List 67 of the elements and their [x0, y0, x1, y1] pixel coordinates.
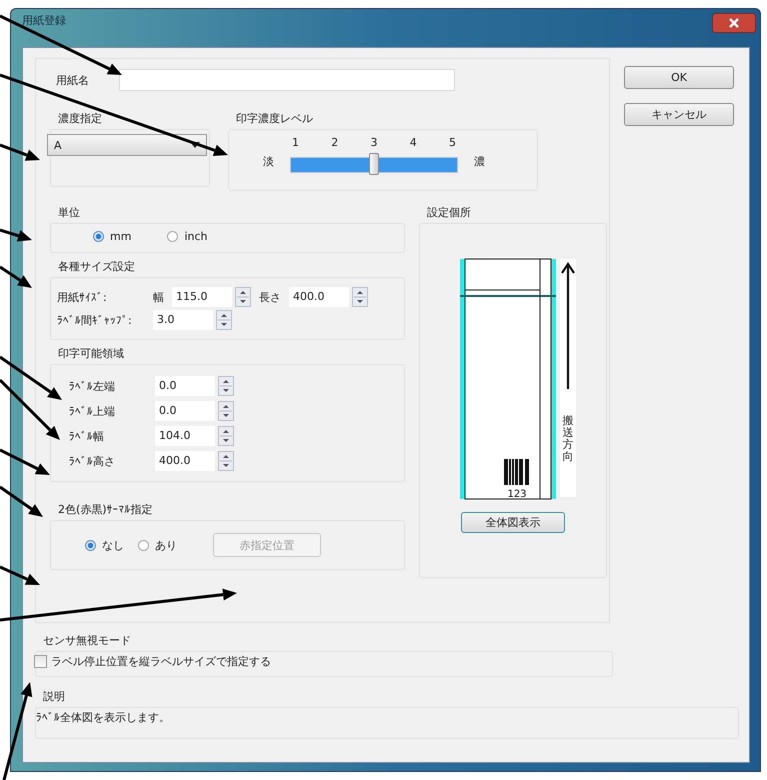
description-text: ﾗﾍﾞﾙ全体図を表示します。 [36, 711, 170, 724]
paper-name-field[interactable] [119, 69, 455, 91]
radio-label[interactable]: inch [184, 230, 208, 243]
field-label: 用紙ｻｲｽﾞ: [57, 290, 108, 304]
slider-thumb[interactable] [369, 153, 379, 175]
group-title: 印字濃度レベル [236, 111, 314, 126]
number-field[interactable]: 104.0 [155, 426, 215, 446]
spin-buttons-icon[interactable] [216, 310, 232, 330]
density-low-label: 淡 [263, 154, 274, 169]
feed-arrow-icon [560, 261, 576, 391]
tick-label: 3 [370, 136, 378, 149]
checkbox-label[interactable]: ラベル停止位置を縦ラベルサイズで指定する [51, 654, 271, 669]
tick-label: 2 [331, 136, 338, 149]
group-title: 設定個所 [427, 205, 472, 220]
annotation-arrow [0, 378, 60, 440]
field-label: ﾗﾍﾞﾙ高さ [68, 454, 116, 468]
radio-label[interactable]: なし [102, 538, 124, 552]
tick-label: 1 [292, 136, 299, 149]
tick-label: 4 [410, 136, 417, 149]
group-title: 印字可能領域 [58, 346, 125, 361]
group-title: 2色(赤黒)ｻｰﾏﾙ指定 [58, 502, 154, 517]
spin-buttons-icon[interactable] [218, 401, 234, 421]
group-title: センサ無視モード [43, 633, 132, 648]
dialog-button[interactable]: OK [624, 66, 734, 89]
spin-buttons-icon[interactable] [235, 287, 251, 307]
field-label: ﾗﾍﾞﾙ左端 [68, 378, 116, 394]
show-full-view-button[interactable]: 全体図表示 [461, 512, 565, 533]
checkbox[interactable] [34, 655, 47, 668]
group-title: 単位 [58, 205, 81, 220]
window-title: 用紙登録 [22, 13, 66, 28]
annotation-arrow [0, 228, 32, 242]
annotation-arrow [0, 486, 43, 517]
radio-label[interactable]: あり [155, 538, 177, 552]
spin-buttons-icon[interactable] [218, 451, 234, 471]
group-title: 各種サイズ設定 [58, 259, 136, 274]
number-field[interactable]: 400.0 [289, 287, 349, 307]
spin-buttons-icon[interactable] [218, 426, 234, 446]
barcode-number: 123 [507, 489, 527, 500]
dialog-button[interactable]: キャンセル [624, 103, 734, 126]
number-field[interactable]: 3.0 [153, 310, 213, 330]
radio-button[interactable] [167, 231, 178, 242]
field-label: ﾗﾍﾞﾙ間ｷﾞｬｯﾌﾟ: [57, 312, 133, 328]
field-label: 幅 [153, 290, 164, 304]
number-field[interactable]: 400.0 [155, 451, 215, 471]
group-title: 濃度指定 [58, 111, 103, 126]
radio-label[interactable]: mm [110, 230, 132, 243]
number-field[interactable]: 0.0 [155, 401, 215, 421]
annotation-arrow [0, 266, 32, 288]
spin-buttons-icon[interactable] [218, 376, 234, 396]
annotation-arrow [0, 566, 40, 585]
close-icon[interactable] [712, 13, 756, 33]
radio-button[interactable] [138, 540, 149, 550]
number-field[interactable]: 115.0 [172, 287, 232, 307]
group-title: 説明 [43, 689, 66, 704]
field-label: 用紙名 [56, 72, 89, 88]
number-field[interactable]: 0.0 [155, 376, 215, 396]
field-label: ﾗﾍﾞﾙ上端 [68, 404, 116, 418]
radio-button[interactable] [85, 540, 96, 550]
annotation-arrow [0, 448, 50, 475]
feed-direction-label: 搬送方向 [562, 415, 574, 464]
barcode-icon [504, 459, 529, 485]
tick-label: 5 [449, 136, 456, 149]
radio-button[interactable] [93, 231, 104, 242]
field-label: 長さ [259, 290, 281, 304]
spin-buttons-icon[interactable] [352, 287, 368, 307]
field-label: ﾗﾍﾞﾙ幅 [68, 428, 105, 444]
density-high-label: 濃 [474, 154, 485, 169]
